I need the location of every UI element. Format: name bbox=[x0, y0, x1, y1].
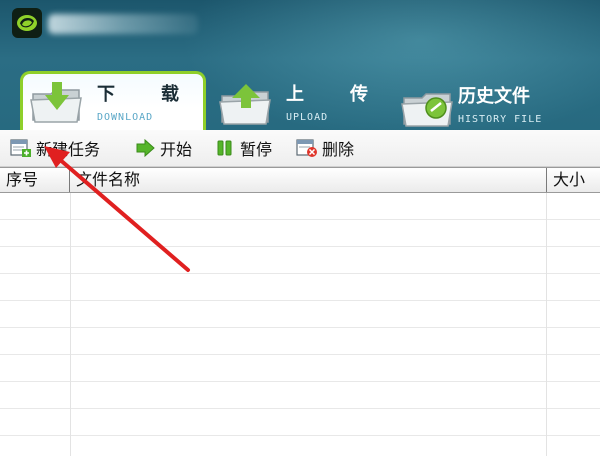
app-logo-icon bbox=[12, 8, 42, 38]
delete-button[interactable]: 删除 bbox=[296, 136, 354, 160]
new-task-label: 新建任务 bbox=[36, 140, 101, 159]
pause-icon bbox=[214, 138, 236, 158]
tab-history-sublabel: HISTORY FILE bbox=[458, 114, 543, 125]
task-table-body[interactable] bbox=[0, 193, 600, 456]
tab-download-label: 下 载 bbox=[97, 84, 193, 105]
tab-download-sublabel: DOWNLOAD bbox=[97, 112, 154, 123]
play-icon bbox=[134, 138, 156, 158]
download-folder-icon bbox=[30, 82, 82, 123]
task-table-header: 序号 文件名称 大小 bbox=[0, 167, 600, 193]
start-button[interactable]: 开始 bbox=[134, 136, 192, 160]
start-label: 开始 bbox=[160, 140, 193, 159]
pause-label: 暂停 bbox=[240, 140, 273, 159]
app-header: 下 载 DOWNLOAD 上 传 UPLOAD 历史文件 HISTORY FIL… bbox=[0, 0, 600, 130]
column-divider bbox=[70, 193, 71, 456]
app-title-redacted bbox=[48, 14, 198, 34]
tab-history[interactable]: 历史文件 HISTORY FILE bbox=[398, 72, 600, 130]
new-task-button[interactable]: 新建任务 bbox=[10, 136, 100, 160]
toolbar: 新建任务 开始 暂停 删除 bbox=[0, 130, 600, 167]
column-header-filename[interactable]: 文件名称 bbox=[70, 168, 546, 192]
tab-upload-sublabel: UPLOAD bbox=[286, 112, 329, 123]
upload-folder-icon bbox=[219, 84, 271, 125]
delete-icon bbox=[296, 138, 318, 158]
column-divider bbox=[546, 193, 547, 456]
tab-upload-label: 上 传 bbox=[286, 84, 382, 105]
new-task-icon bbox=[10, 138, 32, 158]
pause-button[interactable]: 暂停 bbox=[214, 136, 272, 160]
history-folder-icon bbox=[401, 93, 453, 127]
tab-history-label: 历史文件 bbox=[458, 86, 530, 107]
tab-upload[interactable]: 上 传 UPLOAD bbox=[212, 72, 392, 130]
delete-label: 删除 bbox=[322, 140, 355, 159]
column-header-size[interactable]: 大小 bbox=[546, 168, 600, 192]
column-header-index[interactable]: 序号 bbox=[0, 168, 70, 192]
tab-download[interactable]: 下 载 DOWNLOAD bbox=[20, 71, 206, 130]
